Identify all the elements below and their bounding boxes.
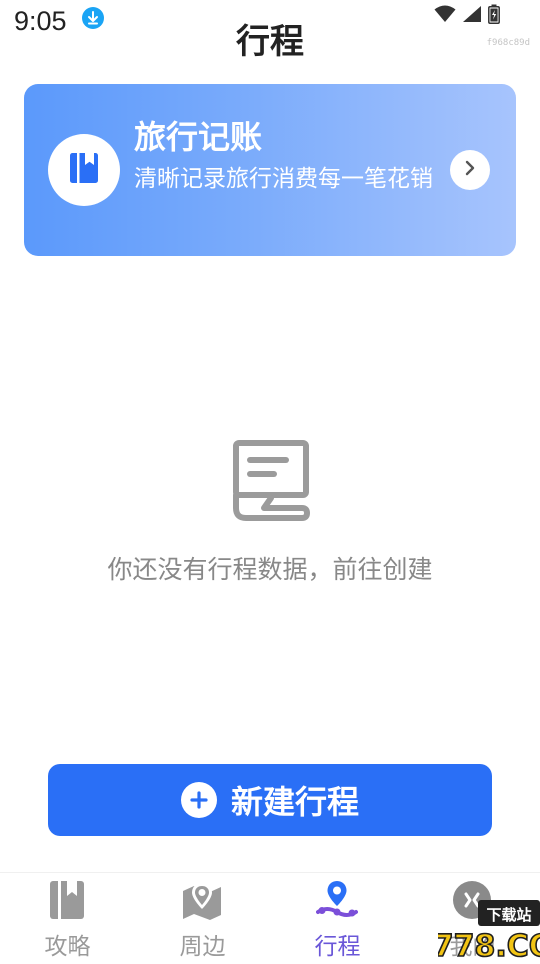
map-icon <box>181 879 223 921</box>
tab-label: 行程 <box>314 934 361 960</box>
tab-label: 周边 <box>179 934 226 960</box>
book-icon <box>69 152 99 188</box>
create-trip-label: 新建行程 <box>230 783 359 821</box>
chevron-right-icon <box>463 160 477 180</box>
ledger-open-button[interactable] <box>450 150 490 190</box>
ledger-icon-badge <box>48 134 120 206</box>
guide-book-icon <box>46 879 88 921</box>
watermark-badge: 下载站 <box>486 906 531 924</box>
route-pin-icon <box>316 879 358 921</box>
ledger-title: 旅行记账 <box>134 118 263 156</box>
tab-nearby[interactable]: 周边 <box>135 873 270 961</box>
empty-state-message: 你还没有行程数据，前往创建 <box>107 555 433 584</box>
plus-circle-icon <box>180 782 217 818</box>
ledger-subtitle: 清晰记录旅行消费每一笔花销 <box>134 166 433 192</box>
tab-itinerary[interactable]: 行程 <box>270 873 405 961</box>
page-title: 行程 <box>236 22 304 62</box>
site-watermark: 下载站 1778.COM <box>411 870 540 964</box>
tab-guide[interactable]: 攻略 <box>0 873 135 961</box>
tab-label: 攻略 <box>44 934 91 960</box>
travel-ledger-card[interactable]: 旅行记账 清晰记录旅行消费每一笔花销 <box>24 84 516 256</box>
empty-document-icon <box>230 440 312 526</box>
create-trip-button[interactable]: 新建行程 <box>48 764 492 836</box>
watermark-logo-text: 1778.COM <box>438 929 540 960</box>
